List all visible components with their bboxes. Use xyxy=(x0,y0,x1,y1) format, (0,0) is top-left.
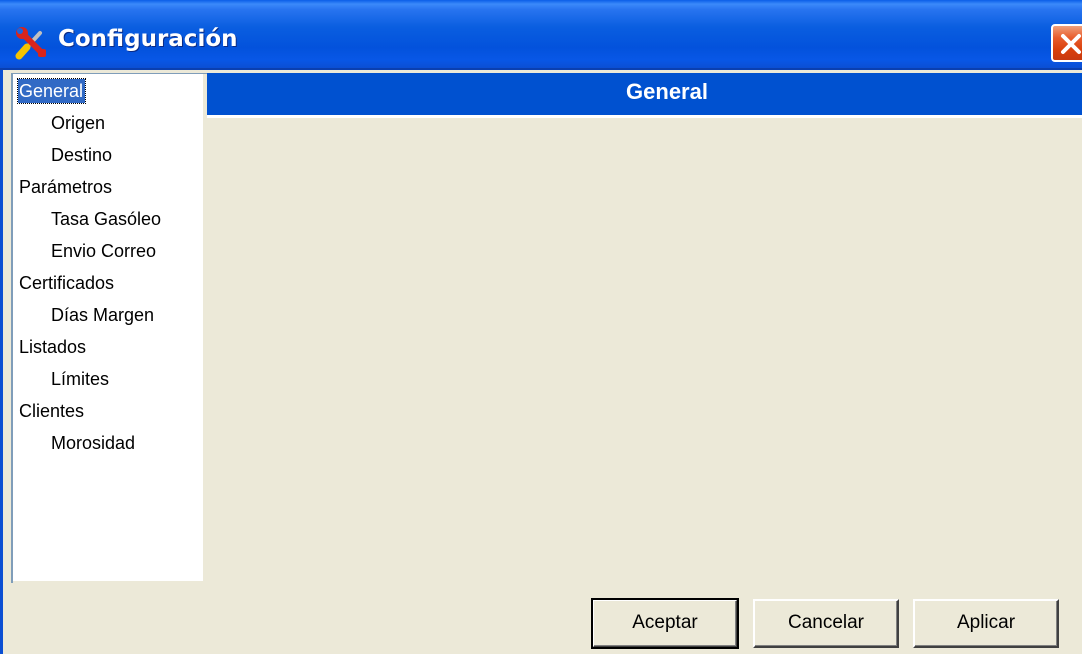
apply-button[interactable]: Aplicar xyxy=(913,599,1059,648)
tree-item-clientes[interactable]: Clientes xyxy=(19,399,84,423)
window-title: Configuración xyxy=(58,26,238,52)
accept-button[interactable]: Aceptar xyxy=(591,598,739,649)
close-button[interactable] xyxy=(1051,24,1082,62)
tree-item-dias-margen[interactable]: Días Margen xyxy=(51,303,154,327)
tree-item-envio-correo[interactable]: Envio Correo xyxy=(51,239,156,263)
tree-item-certificados[interactable]: Certificados xyxy=(19,271,114,295)
tree-item-parametros[interactable]: Parámetros xyxy=(19,175,112,199)
window-border xyxy=(0,70,3,654)
cancel-button[interactable]: Cancelar xyxy=(753,599,899,648)
settings-tree-viewport: General Origen Destino Parámetros Tasa G… xyxy=(13,74,207,583)
close-icon xyxy=(1061,34,1081,54)
tree-item-morosidad[interactable]: Morosidad xyxy=(51,431,135,455)
tree-item-limites[interactable]: Límites xyxy=(51,367,109,391)
tree-item-origen[interactable]: Origen xyxy=(51,111,105,135)
tree-item-listados[interactable]: Listados xyxy=(19,335,86,359)
section-header: General xyxy=(207,73,1082,118)
section-title: General xyxy=(626,79,708,104)
tree-item-tasa-gasoleo[interactable]: Tasa Gasóleo xyxy=(51,207,161,231)
tree-item-general[interactable]: General xyxy=(16,78,87,104)
settings-tree[interactable]: General Origen Destino Parámetros Tasa G… xyxy=(11,73,207,583)
title-bar[interactable]: Configuración xyxy=(0,0,1082,70)
tools-icon xyxy=(14,25,50,61)
tree-item-destino[interactable]: Destino xyxy=(51,143,112,167)
configuration-dialog: Configuración General Origen Destino Par… xyxy=(0,0,1082,654)
